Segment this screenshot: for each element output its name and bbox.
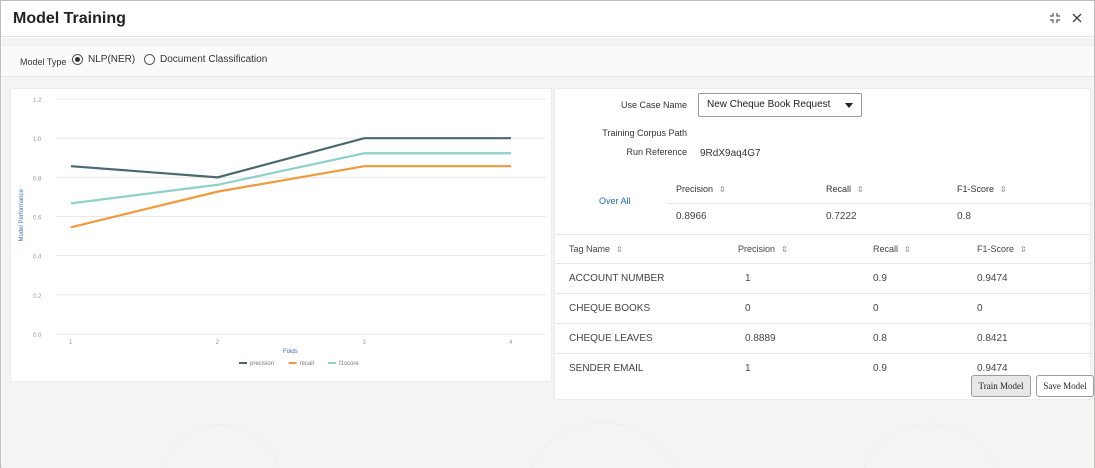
series-line-recall [70,165,511,229]
model-type-label: Model Type [20,57,67,67]
series-line-precision [70,137,511,179]
tag-recall: 0.8 [873,333,887,344]
divider [555,293,1092,294]
y-axis-label: Model Performance [19,188,25,241]
legend-label-recall: recall [300,361,314,367]
tag-f1: 0 [977,303,983,314]
corpus-path-label: Training Corpus Path [602,128,687,138]
tag-precision: 0 [745,303,751,314]
radio-button-checked[interactable] [72,54,83,65]
x-tick-label: 4 [509,340,513,346]
close-icon[interactable] [1070,11,1084,25]
divider [555,353,1092,354]
y-tick-label: 0.8 [33,176,42,182]
divider [555,234,1092,235]
title-bar: Model Training [1,1,1094,37]
train-model-button[interactable]: Train Model [971,375,1031,397]
tag-precision: 1 [745,273,751,284]
use-case-value: New Cheque Book Request [707,99,831,110]
divider [667,203,1092,204]
tag-recall: 0.9 [873,363,887,374]
sort-icon[interactable]: ⇳ [719,185,726,194]
overall-recall-value: 0.7222 [826,211,857,222]
run-reference-value: 9RdX9aq4G7 [700,148,761,159]
tag-header-recall[interactable]: Recall ⇳ [873,244,911,254]
tag-header-f1[interactable]: F1-Score ⇳ [977,244,1027,254]
sort-icon[interactable]: ⇳ [904,245,911,254]
radio-nlp-ner[interactable]: NLP(NER) [72,54,135,65]
save-model-button[interactable]: Save Model [1036,375,1094,397]
collapse-icon[interactable] [1048,11,1062,25]
tag-recall: 0.9 [873,273,887,284]
y-tick-label: 1.0 [33,137,42,143]
tag-recall: 0 [873,303,879,314]
overall-header-precision[interactable]: Precision ⇳ [676,184,726,194]
y-tick-label: 0.6 [33,216,42,222]
overall-header-f1[interactable]: F1-Score ⇳ [957,184,1007,194]
page-title: Model Training [13,10,126,27]
tag-f1: 0.8421 [977,333,1008,344]
sort-icon[interactable]: ⇳ [616,245,623,254]
y-tick-label: 0.2 [33,294,42,300]
overall-f1-value: 0.8 [957,211,971,222]
sort-icon[interactable]: ⇳ [1020,245,1027,254]
sort-icon[interactable]: ⇳ [781,245,788,254]
over-all-link[interactable]: Over All [599,196,631,206]
model-type-bar: Model Type NLP(NER) Document Classificat… [2,45,1094,77]
sort-icon[interactable]: ⇳ [1000,185,1007,194]
tag-header-precision[interactable]: Precision ⇳ [738,244,788,254]
overall-precision-value: 0.8966 [676,211,707,222]
results-panel: Use Case Name New Cheque Book Request Tr… [554,88,1092,400]
tag-name: CHEQUE LEAVES [569,333,653,344]
x-tick-label: 3 [362,340,366,346]
overall-header-recall[interactable]: Recall ⇳ [826,184,864,194]
tag-f1: 0.9474 [977,363,1008,374]
divider [555,263,1092,264]
use-case-label: Use Case Name [620,100,687,110]
divider [555,323,1092,324]
x-tick-label: 1 [69,340,73,346]
radio-document-classification[interactable]: Document Classification [144,54,267,65]
sort-icon[interactable]: ⇳ [857,185,864,194]
performance-chart: 0.0 0.2 0.4 0.6 0.8 1.0 1.2 1 2 3 4 Folds Model Perf… [10,88,552,382]
radio-button[interactable] [144,54,155,65]
tag-f1: 0.9474 [977,273,1008,284]
tag-name: SENDER EMAIL [569,363,644,374]
run-reference-label: Run Reference [626,147,687,157]
tag-name: CHEQUE BOOKS [569,303,651,314]
use-case-select[interactable]: New Cheque Book Request [698,93,862,117]
y-tick-label: 0.4 [33,255,42,261]
line-chart: 0.0 0.2 0.4 0.6 0.8 1.0 1.2 1 2 3 4 Folds Model Perf… [19,98,546,367]
legend-label-precision: precision [250,361,274,367]
chevron-down-icon [845,103,853,108]
tag-name: ACCOUNT NUMBER [569,273,665,284]
x-tick-label: 2 [216,340,220,346]
model-training-window: Model Training Model Type NLP(NER) Docum… [0,0,1095,468]
radio-label: NLP(NER) [88,54,136,65]
x-axis-label: Folds [283,349,298,355]
tag-header-name[interactable]: Tag Name ⇳ [569,244,623,254]
y-tick-label: 1.2 [33,98,42,104]
radio-label: Document Classification [160,54,268,65]
tag-precision: 1 [745,363,751,374]
legend-label-f1score: f1score [339,361,359,367]
tag-precision: 0.8889 [745,333,776,344]
y-tick-label: 0.0 [33,333,42,339]
